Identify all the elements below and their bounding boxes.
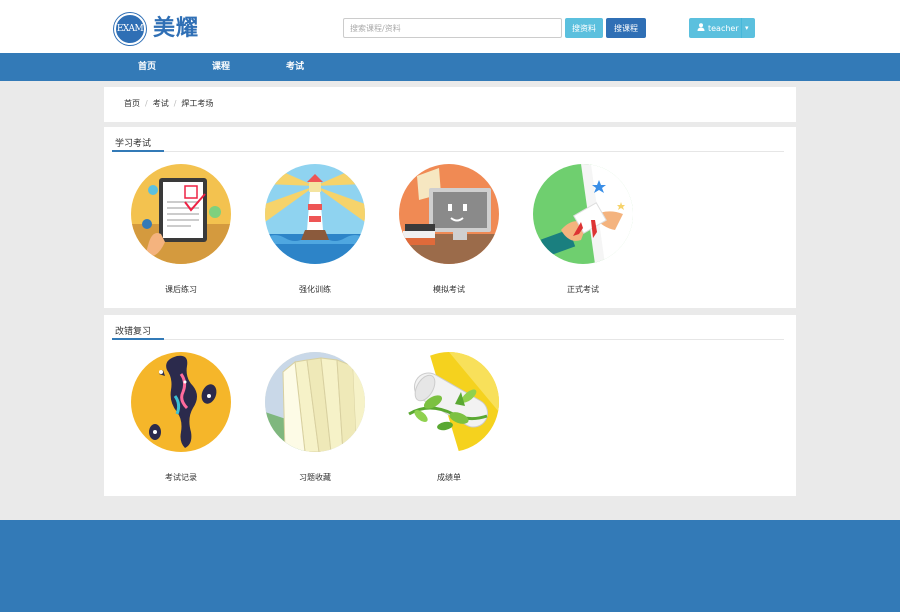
splatter-record-icon [131,352,231,452]
tile-score-report[interactable]: 成绩单 [394,352,504,483]
tile-label: 课后练习 [165,285,197,294]
lighthouse-icon [265,164,365,264]
tile-exam-record[interactable]: 考试记录 [126,352,236,483]
nav-item-exams[interactable]: 考试 [286,53,304,81]
monitor-books-icon [399,164,499,264]
tablet-quiz-icon [131,164,231,264]
user-icon [697,23,705,33]
section-divider [112,339,784,340]
tile-label: 强化训练 [299,285,331,294]
tile-mock-exam[interactable]: 模拟考试 [394,164,504,295]
tile-label: 习题收藏 [299,473,331,482]
breadcrumb-home[interactable]: 首页 [124,99,140,108]
top-header: EXAM 美耀 搜资料 搜课程 teacher ▾ [0,0,900,53]
review-section: 改错复习 考试记录 习题收藏 成绩单 [104,315,796,496]
book-pages-icon [265,352,365,452]
tile-intensive-training[interactable]: 强化训练 [260,164,370,295]
tile-label: 正式考试 [567,285,599,294]
section-divider [112,151,784,152]
section-title: 改错复习 [115,327,152,337]
breadcrumb-separator: / [173,99,177,108]
chevron-down-icon[interactable]: ▾ [745,24,749,32]
logo-text[interactable]: 美耀 [153,15,199,43]
logo-mark[interactable]: EXAM [114,13,146,45]
tile-label: 模拟考试 [433,285,465,294]
search-input[interactable] [343,18,562,38]
breadcrumb: 首页 / 考试 / 焊工考场 [124,98,213,109]
nav-item-courses[interactable]: 课程 [212,53,230,81]
breadcrumb-panel: 首页 / 考试 / 焊工考场 [104,87,796,122]
diploma-scroll-icon [533,164,633,264]
user-name: teacher [708,23,739,33]
tile-formal-exam[interactable]: 正式考试 [528,164,638,295]
tile-label: 成绩单 [437,473,461,482]
nav-item-home[interactable]: 首页 [138,53,156,81]
study-exam-section: 学习考试 课后练习 强化训练 模拟考试 正式考试 [104,127,796,308]
breadcrumb-exam[interactable]: 考试 [153,99,169,108]
button-divider [741,18,742,38]
tile-question-favorites[interactable]: 习题收藏 [260,352,370,483]
section-title-underline [112,338,164,340]
breadcrumb-current: 焊工考场 [181,99,214,108]
breadcrumb-separator: / [145,99,148,108]
search-resource-button[interactable]: 搜资料 [565,18,603,38]
tile-label: 考试记录 [165,473,197,482]
section-title: 学习考试 [115,139,152,149]
tile-after-class-practice[interactable]: 课后练习 [126,164,236,295]
rolled-certificate-icon [399,352,499,452]
section-title-underline [112,150,164,152]
main-navbar: 首页 课程 考试 [0,53,900,81]
search-course-button[interactable]: 搜课程 [606,18,646,38]
user-menu-button[interactable]: teacher ▾ [689,18,755,38]
page-footer [0,520,900,612]
